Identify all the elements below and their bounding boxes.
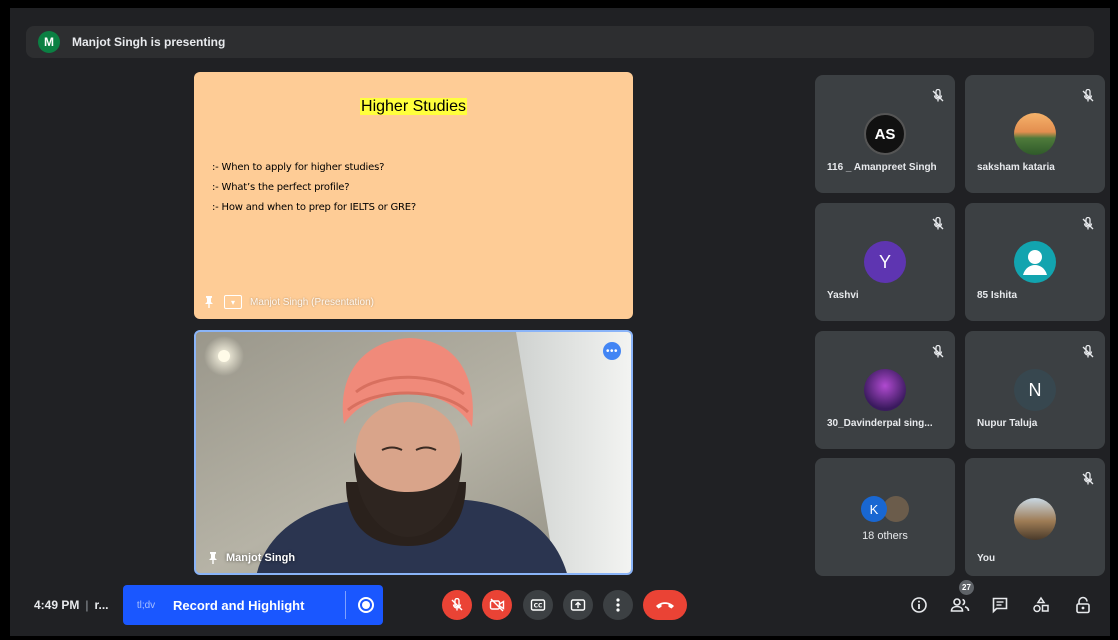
- mic-off-icon: [932, 217, 944, 230]
- participant-tile[interactable]: 85 Ishita: [965, 203, 1105, 321]
- tldv-logo: tl;dv: [136, 599, 156, 611]
- meet-window: M Manjot Singh is presenting Higher Stud…: [10, 8, 1110, 636]
- pin-icon[interactable]: [202, 295, 216, 309]
- chat-button[interactable]: [989, 594, 1011, 616]
- presenter-name-label: Manjot Singh: [226, 552, 296, 564]
- more-options-icon[interactable]: •••: [603, 342, 621, 360]
- host-controls-button[interactable]: [1072, 594, 1094, 616]
- present-now-button[interactable]: [563, 590, 593, 620]
- participant-name: 30_Davinderpal sing...: [827, 418, 933, 429]
- participant-tile[interactable]: AS 116 _ Amanpreet Singh: [815, 75, 955, 193]
- more-vert-icon: [616, 598, 620, 612]
- presenter-avatar: M: [38, 31, 60, 53]
- slide-title: Higher Studies: [360, 98, 467, 115]
- svg-text:CC: CC: [534, 603, 543, 610]
- host-controls-icon: [1076, 596, 1090, 614]
- meeting-code[interactable]: r...: [94, 598, 108, 612]
- participant-avatar: K: [861, 496, 887, 522]
- presenting-text: Manjot Singh is presenting: [72, 35, 226, 49]
- call-end-icon: [656, 602, 674, 609]
- slide-bullet: :- When to apply for higher studies?: [212, 162, 385, 173]
- mic-off-icon: [451, 598, 463, 611]
- people-icon: [950, 598, 970, 612]
- participant-name: You: [977, 553, 996, 564]
- participant-avatar-photo: [864, 369, 906, 411]
- participant-tile[interactable]: 30_Davinderpal sing...: [815, 331, 955, 449]
- default-person-icon: [1014, 241, 1056, 283]
- participant-name: 85 Ishita: [977, 290, 1018, 301]
- camera-off-icon: [489, 598, 505, 612]
- slide-bullet: :- How and when to prep for IELTS or GRE…: [212, 202, 417, 213]
- participant-name: Yashvi: [827, 290, 859, 301]
- camera-toggle-button[interactable]: [482, 590, 512, 620]
- mic-off-icon: [1082, 217, 1094, 230]
- slide-bullets: :- When to apply for higher studies? :- …: [212, 158, 416, 218]
- captions-button[interactable]: CC: [523, 590, 553, 620]
- mic-toggle-button[interactable]: [442, 590, 472, 620]
- presentation-tile[interactable]: Higher Studies :- When to apply for high…: [194, 72, 633, 319]
- participant-name: 116 _ Amanpreet Singh: [827, 162, 937, 173]
- participant-tile[interactable]: Y Yashvi: [815, 203, 955, 321]
- captions-icon: CC: [530, 599, 546, 611]
- others-count: 18 others: [862, 530, 908, 542]
- mic-off-icon: [1082, 89, 1094, 102]
- people-button[interactable]: [949, 594, 971, 616]
- chat-icon: [992, 597, 1008, 614]
- record-and-highlight-label[interactable]: Record and Highlight: [173, 598, 304, 613]
- participant-avatar: N: [1014, 369, 1056, 411]
- more-options-button[interactable]: [603, 590, 633, 620]
- mic-off-icon: [1082, 472, 1094, 485]
- slide-bullet: :- What’s the perfect profile?: [212, 182, 350, 193]
- participant-tile[interactable]: N Nupur Taluja: [965, 331, 1105, 449]
- participant-avatar-photo: [1014, 113, 1056, 155]
- meeting-details-button[interactable]: [908, 594, 930, 616]
- mic-off-icon: [1082, 345, 1094, 358]
- meeting-time: 4:49 PM | r...: [34, 598, 109, 612]
- mic-off-icon: [932, 89, 944, 102]
- slide-footer: ▾ Manjot Singh (Presentation): [202, 295, 374, 309]
- leave-call-button[interactable]: [643, 590, 687, 620]
- participant-avatar: Y: [864, 241, 906, 283]
- mic-off-icon: [932, 345, 944, 358]
- participant-name: Nupur Taluja: [977, 418, 1038, 429]
- activities-button[interactable]: [1030, 594, 1052, 616]
- self-tile[interactable]: You: [965, 458, 1105, 576]
- participant-name: saksham kataria: [977, 162, 1055, 173]
- pin-icon[interactable]: [206, 551, 220, 565]
- participant-count-badge: 27: [959, 580, 974, 595]
- presentation-label: Manjot Singh (Presentation): [250, 296, 374, 308]
- present-to-all-icon[interactable]: ▾: [224, 295, 242, 309]
- activities-icon: [1033, 596, 1049, 613]
- presenting-banner: M Manjot Singh is presenting: [26, 26, 1094, 58]
- participant-avatar: AS: [864, 113, 906, 155]
- participant-tile[interactable]: saksham kataria: [965, 75, 1105, 193]
- record-icon[interactable]: [358, 597, 374, 613]
- self-avatar-photo: [1014, 498, 1056, 540]
- info-icon: [911, 597, 927, 613]
- camera-video-frame: [196, 332, 631, 573]
- present-now-icon: [570, 599, 586, 611]
- presenter-camera-tile[interactable]: ••• Manjot Singh: [194, 330, 633, 575]
- others-tile[interactable]: K 18 others: [815, 458, 955, 576]
- record-and-highlight-bar[interactable]: tl;dv Record and Highlight: [123, 585, 383, 625]
